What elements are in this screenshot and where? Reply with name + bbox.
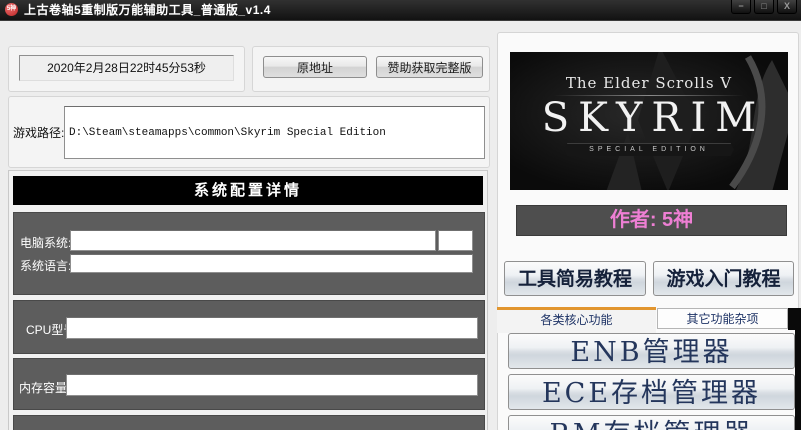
tab-core-functions[interactable]: 各类核心功能 xyxy=(497,307,656,333)
banner-badge: SPECIAL EDITION xyxy=(564,143,734,156)
extra-group xyxy=(13,415,485,430)
timestamp-display: 2020年2月28日22时45分53秒 xyxy=(19,55,234,81)
banner-title: SKYRIM xyxy=(541,95,766,141)
game-tutorial-button[interactable]: 游戏入门教程 xyxy=(653,261,794,296)
language-label: 系统语言: xyxy=(20,259,72,273)
minimize-icon[interactable]: − xyxy=(731,0,751,14)
os-input[interactable] xyxy=(70,230,436,251)
titlebar: 5神 上古卷轴5重制版万能辅助工具_普通版_v1.4 − □ X xyxy=(0,0,801,21)
system-config-header: 系统配置详情 xyxy=(13,176,483,205)
game-path-input[interactable] xyxy=(64,106,485,159)
window-title: 上古卷轴5重制版万能辅助工具_普通版_v1.4 xyxy=(24,3,271,17)
rm-save-manager-button[interactable]: RM存档管理器 xyxy=(508,415,795,430)
memory-input[interactable] xyxy=(66,374,478,396)
skyrim-banner: The Elder Scrolls V SKYRIM SPECIAL EDITI… xyxy=(510,52,788,190)
author-bar: 作者: 5神 xyxy=(516,205,787,236)
ece-save-manager-button[interactable]: ECE存档管理器 xyxy=(508,374,795,410)
sponsor-full-version-button[interactable]: 赞助获取完整版 xyxy=(376,56,483,78)
right-edge-dark-strip xyxy=(795,308,801,430)
banner-subtitle: The Elder Scrolls V xyxy=(565,74,733,92)
cpu-input[interactable] xyxy=(66,317,478,339)
os-extra-input[interactable] xyxy=(438,230,473,251)
original-address-button[interactable]: 原地址 xyxy=(263,56,367,78)
os-label: 电脑系统: xyxy=(20,236,72,250)
memory-label: 内存容量: xyxy=(19,381,71,395)
close-icon[interactable]: X xyxy=(777,0,797,14)
app-icon: 5神 xyxy=(5,3,18,16)
tab-misc-functions[interactable]: 其它功能杂项 xyxy=(657,308,788,329)
window-controls: − □ X xyxy=(731,0,797,14)
maximize-icon[interactable]: □ xyxy=(754,0,774,14)
language-input[interactable] xyxy=(70,254,473,273)
tool-tutorial-button[interactable]: 工具简易教程 xyxy=(504,261,646,296)
enb-manager-button[interactable]: ENB管理器 xyxy=(508,333,795,369)
app-window: 5神 上古卷轴5重制版万能辅助工具_普通版_v1.4 − □ X 2020年2月… xyxy=(0,0,801,430)
game-path-label: 游戏路径: xyxy=(13,126,65,140)
